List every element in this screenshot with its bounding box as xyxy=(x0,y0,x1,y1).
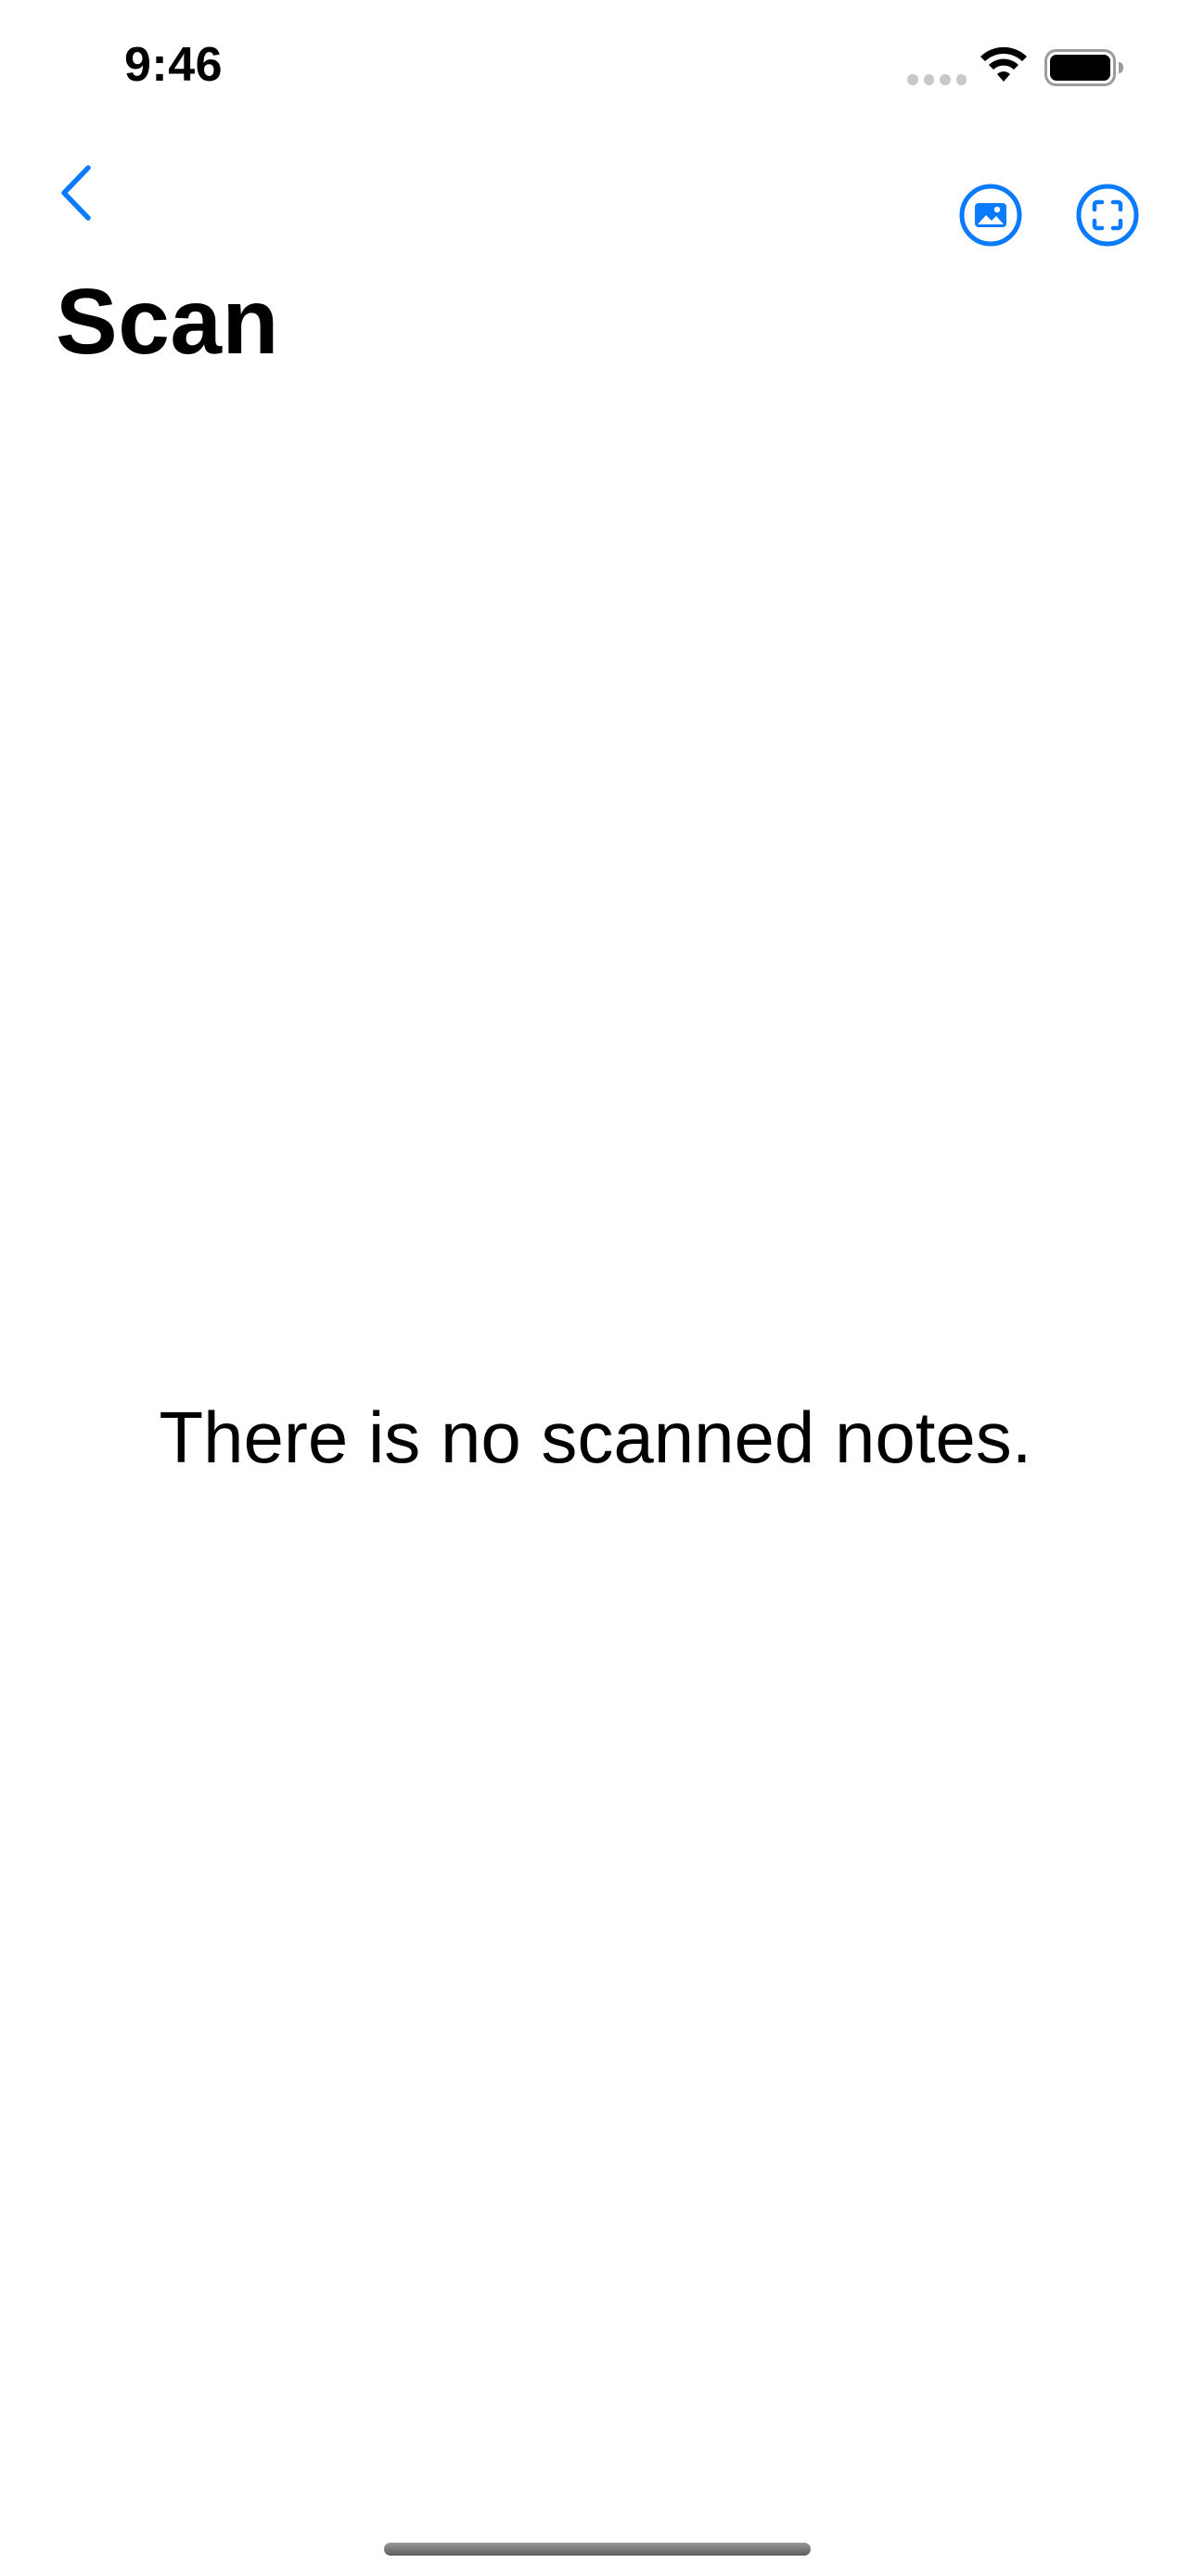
viewfinder-icon xyxy=(1076,184,1139,247)
back-button[interactable] xyxy=(48,158,104,228)
photo-icon xyxy=(959,184,1022,247)
page-title: Scan xyxy=(56,270,280,374)
home-indicator[interactable] xyxy=(384,2543,811,2556)
status-bar: 9:46 xyxy=(0,0,1191,139)
battery-icon xyxy=(1044,49,1123,86)
scan-document-button[interactable] xyxy=(1076,184,1139,247)
cellular-signal-icon xyxy=(907,74,967,87)
chevron-left-icon xyxy=(61,165,91,221)
empty-state-message: There is no scanned notes. xyxy=(159,1396,1032,1478)
status-time: 9:46 xyxy=(124,38,224,92)
photo-library-button[interactable] xyxy=(959,184,1022,247)
wifi-icon xyxy=(980,46,1027,82)
